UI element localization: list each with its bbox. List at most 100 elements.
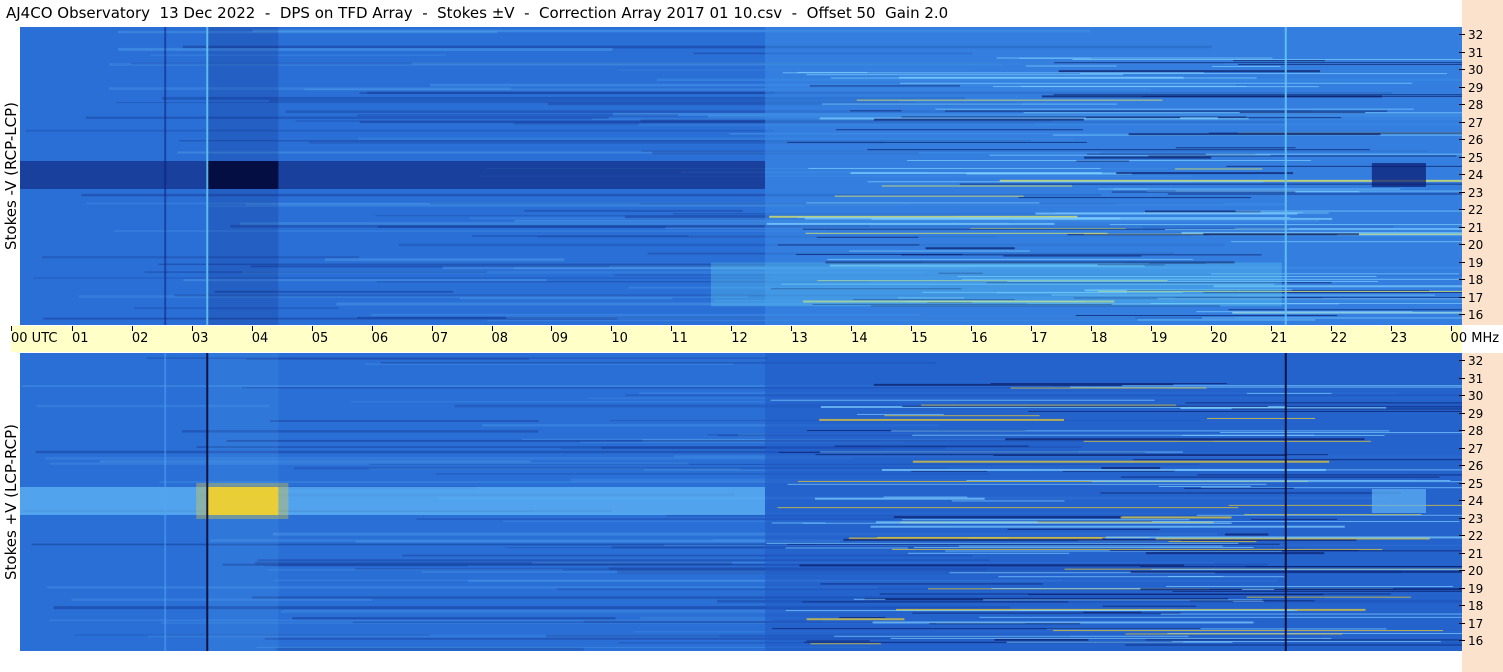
late-band-feature (1371, 163, 1426, 187)
late-band-feature (1371, 489, 1426, 513)
intense-band-core (206, 161, 279, 189)
spectral-streak (357, 114, 678, 117)
top-frequency-axis: 32 31 30 29 28 27 26 25 24 23 22 21 20 19 18 17 16 (1458, 27, 1503, 325)
interference-streak (1189, 600, 1315, 602)
interference-streak (787, 483, 1267, 485)
interference-streak (1196, 514, 1462, 516)
interference-streak (1167, 193, 1462, 195)
interference-streak (785, 610, 1295, 612)
interference-streak (820, 451, 1183, 453)
interference-streak (1058, 70, 1321, 73)
frequency-tick-label: 16 (1458, 309, 1483, 321)
stokes-plus-v-plot (20, 353, 1462, 651)
interference-streak (881, 185, 1073, 187)
interference-streak (1246, 596, 1411, 598)
interference-streak (1083, 611, 1142, 613)
spectral-streak (47, 586, 878, 589)
frequency-tick-label: 26 (1458, 134, 1483, 146)
interference-streak (1101, 467, 1161, 470)
interference-streak (809, 85, 961, 87)
stokes-plus-v-spectrogram (20, 353, 1462, 651)
interference-streak (994, 638, 1089, 641)
time-tick-label: 20 (1210, 326, 1228, 346)
spectral-streak (267, 569, 563, 571)
interference-streak (1207, 417, 1316, 419)
interference-streak (1005, 438, 1365, 441)
time-tick-label: 17 (1030, 326, 1048, 346)
time-tick-label: 02 (131, 326, 149, 346)
interference-streak (797, 217, 1290, 219)
interference-streak (1160, 613, 1462, 615)
interference-streak (1041, 95, 1383, 98)
bottom-panel-ylabel: Stokes +V (LCP-RCP) (1, 353, 21, 650)
time-tick-label: 10 (611, 326, 628, 346)
interference-streak (1006, 641, 1233, 643)
interference-streak (1028, 410, 1462, 412)
interference-streak (1242, 588, 1275, 590)
interference-streak (1007, 528, 1160, 530)
interference-streak (983, 599, 1263, 601)
interference-streak (872, 621, 1254, 624)
interference-streak (1003, 255, 1142, 257)
interference-streak (1151, 521, 1460, 523)
interference-streak (819, 418, 1065, 421)
frequency-tick-label: 30 (1458, 64, 1483, 76)
interference-streak (870, 525, 1345, 528)
interference-streak (1140, 588, 1462, 591)
frequency-tick-label: 28 (1458, 425, 1483, 437)
time-tick-label: 11 (671, 326, 688, 346)
frequency-tick-label: 29 (1458, 82, 1483, 94)
interference-streak (867, 181, 1264, 183)
interference-streak (1105, 536, 1462, 539)
interference-streak (1219, 432, 1462, 434)
interference-streak (1075, 315, 1338, 317)
interference-streak (766, 542, 1239, 544)
time-tick-label: 04 (251, 326, 269, 346)
interference-streak (772, 628, 1201, 630)
interference-streak (958, 545, 1223, 547)
time-tick-label: 06 (371, 326, 389, 346)
interference-streak (1137, 319, 1316, 321)
interference-streak (1250, 518, 1338, 520)
interference-streak (1231, 311, 1462, 314)
spectral-streak (49, 462, 689, 465)
interference-streak (1197, 474, 1462, 476)
interference-streak (816, 236, 919, 238)
interference-streak (806, 640, 870, 642)
interference-streak (1098, 188, 1401, 190)
interference-streak (1083, 440, 1371, 442)
interference-streak (853, 598, 886, 600)
frequency-tick-label: 21 (1458, 548, 1483, 560)
interference-streak (785, 547, 908, 549)
interference-streak (902, 405, 1268, 407)
interference-streak (898, 76, 1184, 79)
time-tick-label: 14 (851, 326, 868, 346)
interference-streak (935, 108, 1414, 110)
time-tick-label: 07 (431, 326, 449, 346)
frequency-axis-corner (1462, 0, 1503, 27)
interference-streak (770, 399, 1155, 401)
interference-streak (881, 468, 1326, 471)
interference-streak (921, 404, 1177, 406)
frequency-tick-label: 32 (1458, 29, 1483, 41)
interference-streak (893, 516, 1123, 519)
interference-streak (835, 129, 1083, 131)
interference-streak (1201, 317, 1462, 319)
time-tick-label: 15 (911, 326, 928, 346)
interference-streak (806, 202, 1040, 204)
interference-streak (1133, 459, 1462, 461)
vertical-event-line (206, 27, 209, 325)
frequency-tick-label: 20 (1458, 239, 1483, 251)
bottom-frequency-axis: 32 31 30 29 28 27 26 25 24 23 22 21 20 19 18 17 16 (1458, 353, 1503, 651)
frequency-tick-label: 22 (1458, 530, 1483, 542)
time-tick-label: 05 (311, 326, 329, 346)
time-tick-label: 12 (731, 326, 748, 346)
frequency-tick-label: 28 (1458, 99, 1483, 111)
interference-streak (1174, 168, 1263, 170)
interference-streak (1224, 533, 1269, 536)
top-panel-ylabel-text: Stokes -V (RCP-LCP) (2, 101, 20, 250)
interference-streak (820, 583, 1044, 585)
interference-streak (777, 244, 920, 246)
frequency-tick-label: 31 (1458, 373, 1483, 385)
interference-streak (856, 99, 1163, 101)
